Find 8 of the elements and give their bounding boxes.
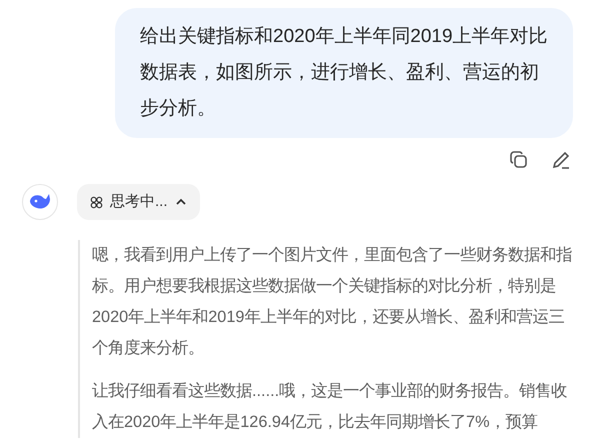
reasoning-paragraph: 嗯，我看到用户上传了一个图片文件，里面包含了一些财务数据和指标。用户想要我根据这些数据做一个关键指标的对比分析，特别是2020年上半年和2019年上半年的对比，还要从增长、盈利和营运三个角度来分析。	[92, 245, 573, 359]
reasoning-paragraph: 让我仔细看看这些数据......哦，这是一个事业部的财务报告。销售收入在2020年上半年是126.94亿元，比去年同期增长了7%，预算	[92, 381, 568, 433]
thinking-icon	[90, 196, 103, 208]
user-message: 给出关键指标和2020年上半年同2019上半年对比数据表，如图所示，进行增长、盈利、营运的初步分析。	[140, 25, 549, 121]
thinking-toggle[interactable]: 思考中...	[77, 184, 200, 220]
copy-icon[interactable]	[509, 150, 529, 170]
whale-avatar-icon	[22, 184, 58, 220]
edit-icon[interactable]	[551, 150, 571, 170]
